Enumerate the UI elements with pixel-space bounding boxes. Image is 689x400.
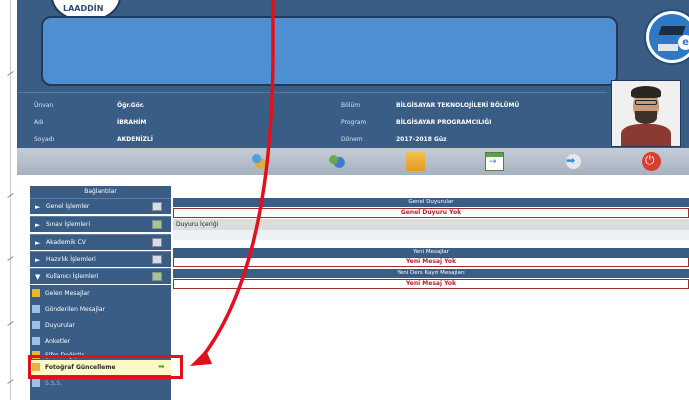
ad-value: İBRAHİM bbox=[117, 119, 147, 126]
unvan-label: Ünvan bbox=[34, 102, 54, 109]
ders-kayit-header: Yeni Ders Kayıt Mesajları bbox=[173, 269, 689, 278]
pin-icon bbox=[7, 192, 14, 199]
submenu-item-label: Duyurular bbox=[45, 322, 75, 329]
announcement-icon bbox=[32, 321, 40, 329]
sidebar-item-label: Akademik CV bbox=[46, 239, 86, 246]
soyad-value: AKDENİZLİ bbox=[117, 136, 154, 143]
chevron-down-icon: ▼ bbox=[35, 273, 41, 281]
yeni-mesajlar-header: Yeni Mesajlar bbox=[173, 248, 689, 257]
submenu-item-label: S.S.S. bbox=[45, 380, 63, 387]
submenu-item-gonderilen-mesajlar[interactable]: Gönderilen Mesajlar bbox=[30, 302, 171, 317]
info-divider bbox=[17, 92, 607, 93]
program-value: BİLGİSAYAR PROGRAMCILIĞI bbox=[396, 119, 492, 126]
chevron-right-icon: ► bbox=[35, 256, 41, 264]
help-icon bbox=[32, 379, 40, 387]
portal-logo: e bbox=[644, 9, 689, 65]
unvan-value: Öğr.Gör. bbox=[117, 102, 145, 109]
bolum-value: BİLGİSAYAR TEKNOLOJİLERİ BÖLÜMÜ bbox=[396, 102, 520, 109]
sidebar-item-hazirlik-islemleri[interactable]: ► Hazırlık İşlemleri bbox=[30, 251, 171, 267]
menu-item-icon bbox=[152, 255, 162, 264]
calendar-icon[interactable] bbox=[485, 152, 504, 171]
menu-item-icon bbox=[152, 202, 162, 211]
people-icon[interactable] bbox=[327, 152, 346, 171]
pin-icon bbox=[7, 320, 14, 327]
title-banner bbox=[41, 16, 618, 86]
submenu-item-label: Gelen Mesajlar bbox=[45, 290, 90, 297]
sidebar-item-label: Hazırlık İşlemleri bbox=[46, 256, 96, 263]
power-icon[interactable] bbox=[642, 152, 661, 171]
ad-label: Adı bbox=[34, 119, 44, 126]
duyuru-icerigi: Duyuru İçeriği bbox=[173, 219, 689, 230]
graduation-cap-icon bbox=[658, 26, 686, 35]
mail-icon[interactable] bbox=[406, 152, 425, 171]
content-spacer bbox=[173, 230, 689, 240]
sidebar-item-label: Sınav İşlemleri bbox=[46, 221, 91, 228]
genel-duyurular-header: Genel Duyurular bbox=[173, 198, 689, 207]
book-icon bbox=[658, 44, 678, 51]
ders-kayit-empty: Yeni Mesaj Yok bbox=[173, 279, 689, 289]
university-logo-text: LAADDİN bbox=[63, 4, 104, 13]
page-margin-line bbox=[10, 0, 11, 400]
submenu-item-label: Anketler bbox=[45, 338, 71, 345]
portal-logo-letter: e bbox=[678, 35, 689, 50]
menu-item-icon bbox=[152, 220, 162, 229]
arrow-icon[interactable] bbox=[564, 152, 583, 171]
yeni-mesajlar-empty: Yeni Mesaj Yok bbox=[173, 257, 689, 267]
donem-value: 2017-2018 Güz bbox=[396, 136, 447, 143]
users-icon[interactable] bbox=[249, 152, 268, 171]
chevron-right-icon: ► bbox=[35, 221, 41, 229]
soyad-label: Soyadı bbox=[34, 136, 55, 143]
donem-label: Dönem bbox=[341, 136, 363, 143]
chevron-right-icon: ► bbox=[35, 239, 41, 247]
submenu-item-anketler[interactable]: Anketler bbox=[30, 334, 171, 349]
folder-icon bbox=[32, 289, 40, 297]
folder-icon bbox=[32, 305, 40, 313]
highlight-box bbox=[28, 355, 183, 379]
survey-icon bbox=[32, 337, 40, 345]
sidebar-header: Bağlantılar bbox=[30, 186, 171, 198]
main-toolbar bbox=[17, 148, 689, 175]
program-label: Program bbox=[341, 119, 367, 126]
submenu-item-label: Gönderilen Mesajlar bbox=[45, 306, 105, 313]
sidebar-item-label: Kullanıcı İşlemleri bbox=[46, 273, 99, 280]
bolum-label: Bölüm bbox=[341, 102, 361, 109]
menu-item-icon bbox=[152, 238, 162, 247]
pin-icon bbox=[7, 70, 14, 77]
sidebar-item-genel-islemler[interactable]: ► Genel İşlemler bbox=[30, 198, 171, 214]
submenu-item-gelen-mesajlar[interactable]: Gelen Mesajlar bbox=[30, 286, 171, 301]
sidebar-item-kullanici-islemleri[interactable]: ▼ Kullanıcı İşlemleri bbox=[30, 268, 171, 284]
profile-photo bbox=[611, 80, 681, 147]
pin-icon bbox=[7, 255, 14, 262]
sidebar-item-label: Genel İşlemler bbox=[46, 203, 90, 210]
genel-duyurular-empty: Genel Duyuru Yok bbox=[173, 208, 689, 218]
submenu-item-duyurular[interactable]: Duyurular bbox=[30, 318, 171, 333]
pin-icon bbox=[7, 378, 14, 385]
chevron-right-icon: ► bbox=[35, 203, 41, 211]
portal-logo-circle: e bbox=[649, 14, 689, 60]
menu-item-icon bbox=[152, 272, 162, 281]
sidebar-item-akademik-cv[interactable]: ► Akademik CV bbox=[30, 234, 171, 250]
sidebar-item-sinav-islemleri[interactable]: ► Sınav İşlemleri bbox=[30, 216, 171, 232]
portal-header: LAADDİN e bbox=[17, 0, 689, 90]
